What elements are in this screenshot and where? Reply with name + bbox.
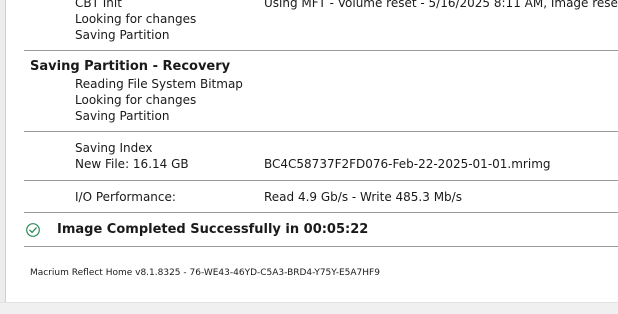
section-divider <box>24 131 618 132</box>
log-line-new-file-size: New File: 16.14 GB <box>75 157 189 171</box>
log-value-cbt-init: Using MFT - Volume reset - 5/16/2025 8:1… <box>264 0 618 10</box>
log-value-io-performance: Read 4.9 Gb/s - Write 485.3 Mb/s <box>264 190 462 204</box>
log-line-looking-for-changes: Looking for changes <box>75 12 197 26</box>
window-bottom-edge <box>0 302 618 314</box>
log-line-saving-index: Saving Index <box>75 141 153 155</box>
log-line-saving-partition: Saving Partition <box>75 109 170 123</box>
check-circle-icon <box>25 222 41 238</box>
log-window: CBT Init Using MFT - Volume reset - 5/16… <box>0 0 618 314</box>
log-line-saving-partition: Saving Partition <box>75 28 170 42</box>
log-line-reading-bitmap: Reading File System Bitmap <box>75 77 243 91</box>
section-header-recovery: Saving Partition - Recovery <box>30 59 231 74</box>
log-line-cbt-init: CBT Init <box>75 0 122 10</box>
section-divider <box>24 180 618 181</box>
version-footer: Macrium Reflect Home v8.1.8325 - 76-WE43… <box>30 268 380 278</box>
log-value-new-file-name: BC4C58737F2FD076-Feb-22-2025-01-01.mrimg <box>264 157 551 171</box>
log-line-looking-for-changes: Looking for changes <box>75 93 197 107</box>
section-divider <box>24 212 618 213</box>
log-line-io-performance: I/O Performance: <box>75 190 176 204</box>
completion-message: Image Completed Successfully in 00:05:22 <box>57 222 369 237</box>
section-divider <box>24 246 618 247</box>
section-divider <box>24 50 618 51</box>
